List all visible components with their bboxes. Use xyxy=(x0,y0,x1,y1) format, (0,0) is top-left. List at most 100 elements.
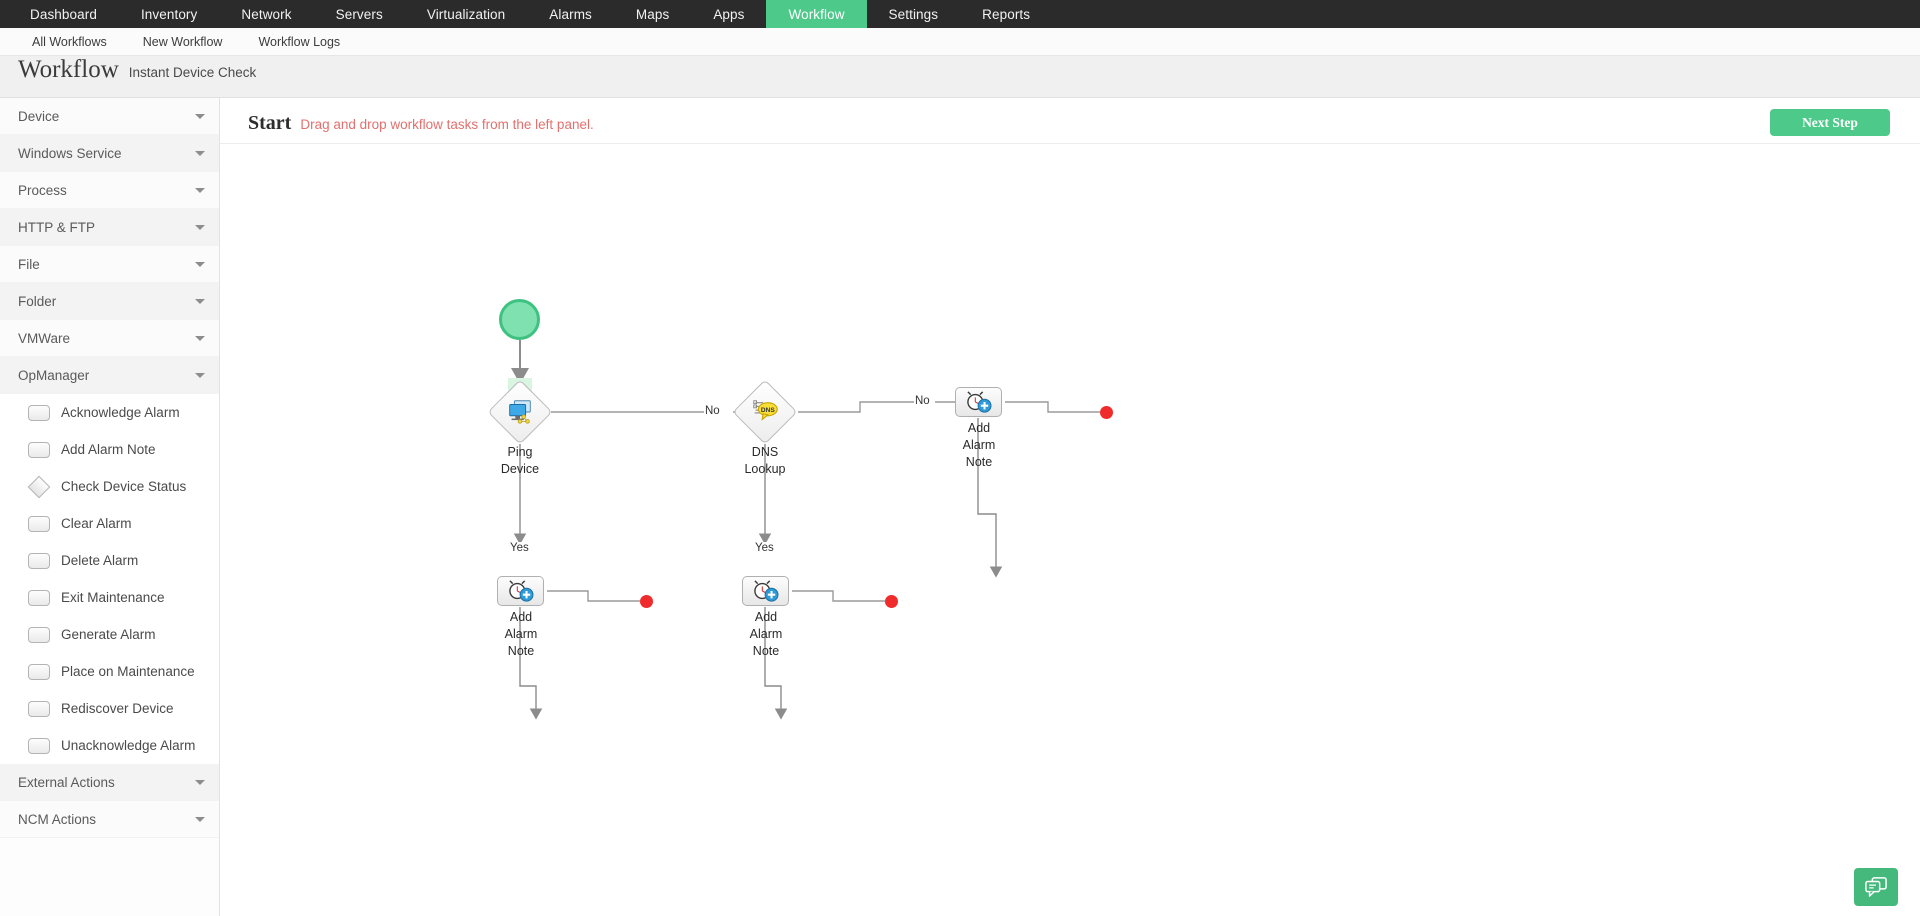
subnav-item-workflow-logs[interactable]: Workflow Logs xyxy=(240,35,358,49)
label-line: Alarm xyxy=(962,438,996,452)
palette-task-rediscover-device[interactable]: Rediscover Device xyxy=(0,690,219,727)
terminator-dot-top[interactable] xyxy=(1100,406,1113,419)
node-label-add-alarm-note-top: Add Alarm Note xyxy=(933,420,1025,471)
terminator-dot-left[interactable] xyxy=(640,595,653,608)
page-body: Device Windows Service Process HTTP & FTP Fi… xyxy=(0,98,1920,916)
sidebar-group-label: Process xyxy=(18,182,67,198)
label-line: Note xyxy=(507,644,535,658)
alarm-clock-add-icon xyxy=(966,391,991,413)
sidebar-group-windows-service[interactable]: Windows Service xyxy=(0,135,219,172)
sidebar-group-label: OpManager xyxy=(18,367,90,383)
nav-item-servers[interactable]: Servers xyxy=(314,0,405,28)
node-add-alarm-note-mid[interactable] xyxy=(742,576,789,606)
palette-task-acknowledge-alarm[interactable]: Acknowledge Alarm xyxy=(0,394,219,431)
node-label-ping-device: Ping Device xyxy=(475,444,565,478)
nav-item-workflow[interactable]: Workflow xyxy=(766,0,867,28)
label-line: Device xyxy=(500,462,540,476)
label-line: Alarm xyxy=(749,627,783,641)
label-line: Add xyxy=(509,610,533,624)
chevron-down-icon xyxy=(195,335,205,341)
top-navigation-bar: Dashboard Inventory Network Servers Virtuali… xyxy=(0,0,1920,28)
node-label-add-alarm-note-mid: Add Alarm Note xyxy=(720,609,812,660)
palette-task-delete-alarm[interactable]: Delete Alarm xyxy=(0,542,219,579)
subnav-item-all-workflows[interactable]: All Workflows xyxy=(14,35,125,49)
page-header: Workflow Instant Device Check xyxy=(0,56,1920,98)
chevron-down-icon xyxy=(195,261,205,267)
sidebar-group-label: Folder xyxy=(18,293,57,309)
workflow-diagram[interactable]: Ping Device DNS DNS Lookup Add Alarm Not… xyxy=(220,144,1920,916)
nav-item-reports[interactable]: Reports xyxy=(960,0,1052,28)
page-subtitle: Instant Device Check xyxy=(128,65,257,80)
palette-task-label: Place on Maintenance xyxy=(61,664,195,679)
palette-task-label: Delete Alarm xyxy=(61,553,139,568)
next-step-button[interactable]: Next Step xyxy=(1770,109,1890,136)
sidebar-group-external-actions[interactable]: External Actions xyxy=(0,764,219,801)
nav-item-settings[interactable]: Settings xyxy=(867,0,961,28)
chevron-down-icon xyxy=(195,298,205,304)
palette-task-generate-alarm[interactable]: Generate Alarm xyxy=(0,616,219,653)
palette-task-unacknowledge-alarm[interactable]: Unacknowledge Alarm xyxy=(0,727,219,764)
palette-task-label: Clear Alarm xyxy=(61,516,132,531)
sidebar-group-process[interactable]: Process xyxy=(0,172,219,209)
sidebar-group-file[interactable]: File xyxy=(0,246,219,283)
node-label-add-alarm-note-left: Add Alarm Note xyxy=(475,609,567,660)
sidebar-group-folder[interactable]: Folder xyxy=(0,283,219,320)
nav-item-virtualization[interactable]: Virtualization xyxy=(405,0,527,28)
chevron-down-icon xyxy=(195,150,205,156)
node-label-dns-lookup: DNS Lookup xyxy=(720,444,810,478)
support-chat-button[interactable] xyxy=(1854,868,1898,906)
alarm-clock-add-icon xyxy=(753,580,778,602)
task-palette-sidebar: Device Windows Service Process HTTP & FTP Fi… xyxy=(0,98,220,916)
palette-task-clear-alarm[interactable]: Clear Alarm xyxy=(0,505,219,542)
terminator-dot-mid[interactable] xyxy=(885,595,898,608)
node-add-alarm-note-top[interactable] xyxy=(955,387,1002,417)
edge-label-dns-no: No xyxy=(914,395,931,407)
sidebar-group-ncm-actions[interactable]: NCM Actions xyxy=(0,801,219,838)
rect-task-icon xyxy=(28,552,50,569)
sidebar-group-label: External Actions xyxy=(18,774,115,790)
rect-task-icon xyxy=(28,404,50,421)
canvas-hint: Drag and drop workflow tasks from the le… xyxy=(300,117,594,132)
palette-task-label: Generate Alarm xyxy=(61,627,156,642)
chevron-down-icon xyxy=(195,187,205,193)
rect-task-icon xyxy=(28,737,50,754)
start-title: Start xyxy=(248,112,292,134)
label-line: Alarm xyxy=(504,627,538,641)
sidebar-group-opmanager[interactable]: OpManager xyxy=(0,357,219,394)
subnav-item-new-workflow[interactable]: New Workflow xyxy=(125,35,241,49)
node-ping-device[interactable] xyxy=(487,379,553,445)
sidebar-group-label: File xyxy=(18,256,40,272)
palette-task-check-device-status[interactable]: Check Device Status xyxy=(0,468,219,505)
sidebar-group-http-ftp[interactable]: HTTP & FTP xyxy=(0,209,219,246)
nav-item-alarms[interactable]: Alarms xyxy=(527,0,614,28)
nav-item-network[interactable]: Network xyxy=(219,0,313,28)
palette-task-label: Add Alarm Note xyxy=(61,442,156,457)
node-add-alarm-note-left[interactable] xyxy=(497,576,544,606)
rect-task-icon xyxy=(28,441,50,458)
palette-task-add-alarm-note[interactable]: Add Alarm Note xyxy=(0,431,219,468)
chevron-down-icon xyxy=(195,372,205,378)
nav-item-inventory[interactable]: Inventory xyxy=(119,0,219,28)
palette-task-exit-maintenance[interactable]: Exit Maintenance xyxy=(0,579,219,616)
start-node[interactable] xyxy=(499,299,540,340)
page-title: Workflow xyxy=(18,56,119,83)
label-line: Note xyxy=(752,644,780,658)
diamond-decision-icon xyxy=(27,475,51,498)
sidebar-group-device[interactable]: Device xyxy=(0,98,219,135)
palette-task-place-on-maintenance[interactable]: Place on Maintenance xyxy=(0,653,219,690)
node-dns-lookup[interactable]: DNS xyxy=(732,379,798,445)
nav-item-apps[interactable]: Apps xyxy=(691,0,766,28)
edge-label-ping-yes: Yes xyxy=(509,542,530,554)
edge-label-ping-no: No xyxy=(704,405,721,417)
label-line: Note xyxy=(965,455,993,469)
sidebar-group-vmware[interactable]: VMWare xyxy=(0,320,219,357)
sidebar-group-label: HTTP & FTP xyxy=(18,219,96,235)
label-line: Lookup xyxy=(744,462,786,476)
workflow-canvas[interactable]: Start Drag and drop workflow tasks from … xyxy=(220,98,1920,916)
decision-shape xyxy=(732,379,798,445)
nav-item-maps[interactable]: Maps xyxy=(614,0,691,28)
decision-shape xyxy=(487,379,553,445)
nav-item-dashboard[interactable]: Dashboard xyxy=(8,0,119,28)
edge-label-dns-yes: Yes xyxy=(754,542,775,554)
chat-bubbles-icon xyxy=(1865,877,1887,897)
